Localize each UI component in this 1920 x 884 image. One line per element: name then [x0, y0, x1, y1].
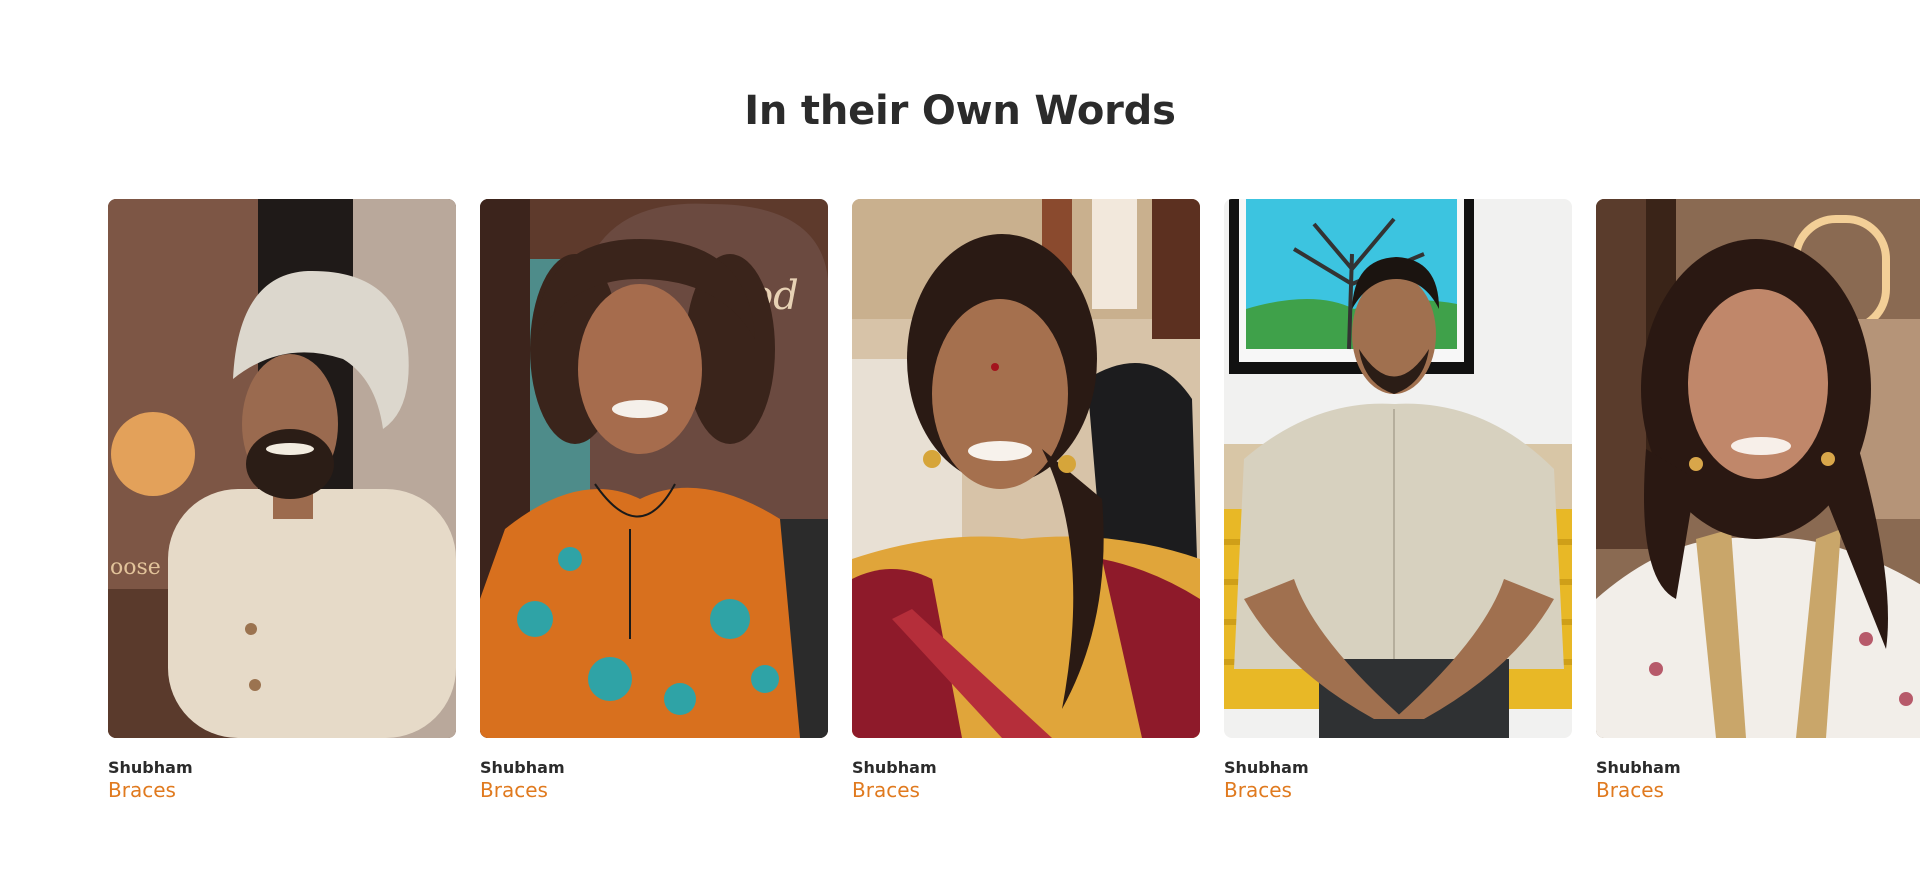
testimonial-carousel[interactable]: oose Shubham Braces Shubham Braces Shubh… — [108, 199, 1920, 802]
person-name: Shubham — [480, 758, 565, 777]
portrait-man-seated-image — [1224, 199, 1572, 738]
testimonial-card[interactable]: Shubham Braces — [1596, 199, 1920, 802]
portrait-woman-long-hair-image — [1596, 199, 1920, 738]
testimonial-photo[interactable]: oose — [108, 199, 456, 738]
person-name: Shubham — [1224, 758, 1309, 777]
testimonial-card[interactable]: Shubham Braces — [1224, 199, 1572, 802]
portrait-man-turban-image: oose — [108, 199, 456, 738]
testimonial-photo[interactable]: ood — [480, 199, 828, 738]
person-name: Shubham — [1596, 758, 1681, 777]
testimonial-photo[interactable] — [1596, 199, 1920, 738]
testimonial-card[interactable]: oose Shubham Braces — [108, 199, 456, 802]
portrait-woman-curly-hair-image: ood — [480, 199, 828, 738]
testimonial-photo[interactable] — [1224, 199, 1572, 738]
portrait-woman-saree-image — [852, 199, 1200, 738]
person-name: Shubham — [852, 758, 937, 777]
treatment-label: Braces — [1224, 778, 1292, 802]
treatment-label: Braces — [852, 778, 920, 802]
treatment-label: Braces — [480, 778, 548, 802]
section-title: In their Own Words — [744, 88, 1176, 134]
treatment-label: Braces — [1596, 778, 1664, 802]
treatment-label: Braces — [108, 778, 176, 802]
testimonial-card[interactable]: ood Shubham — [480, 199, 828, 802]
testimonial-card[interactable]: Shubham Braces — [852, 199, 1200, 802]
svg-text:oose: oose — [110, 555, 161, 580]
testimonials-section: In their Own Words oose Shubham Braces S… — [0, 0, 1920, 884]
testimonial-photo[interactable] — [852, 199, 1200, 738]
person-name: Shubham — [108, 758, 193, 777]
